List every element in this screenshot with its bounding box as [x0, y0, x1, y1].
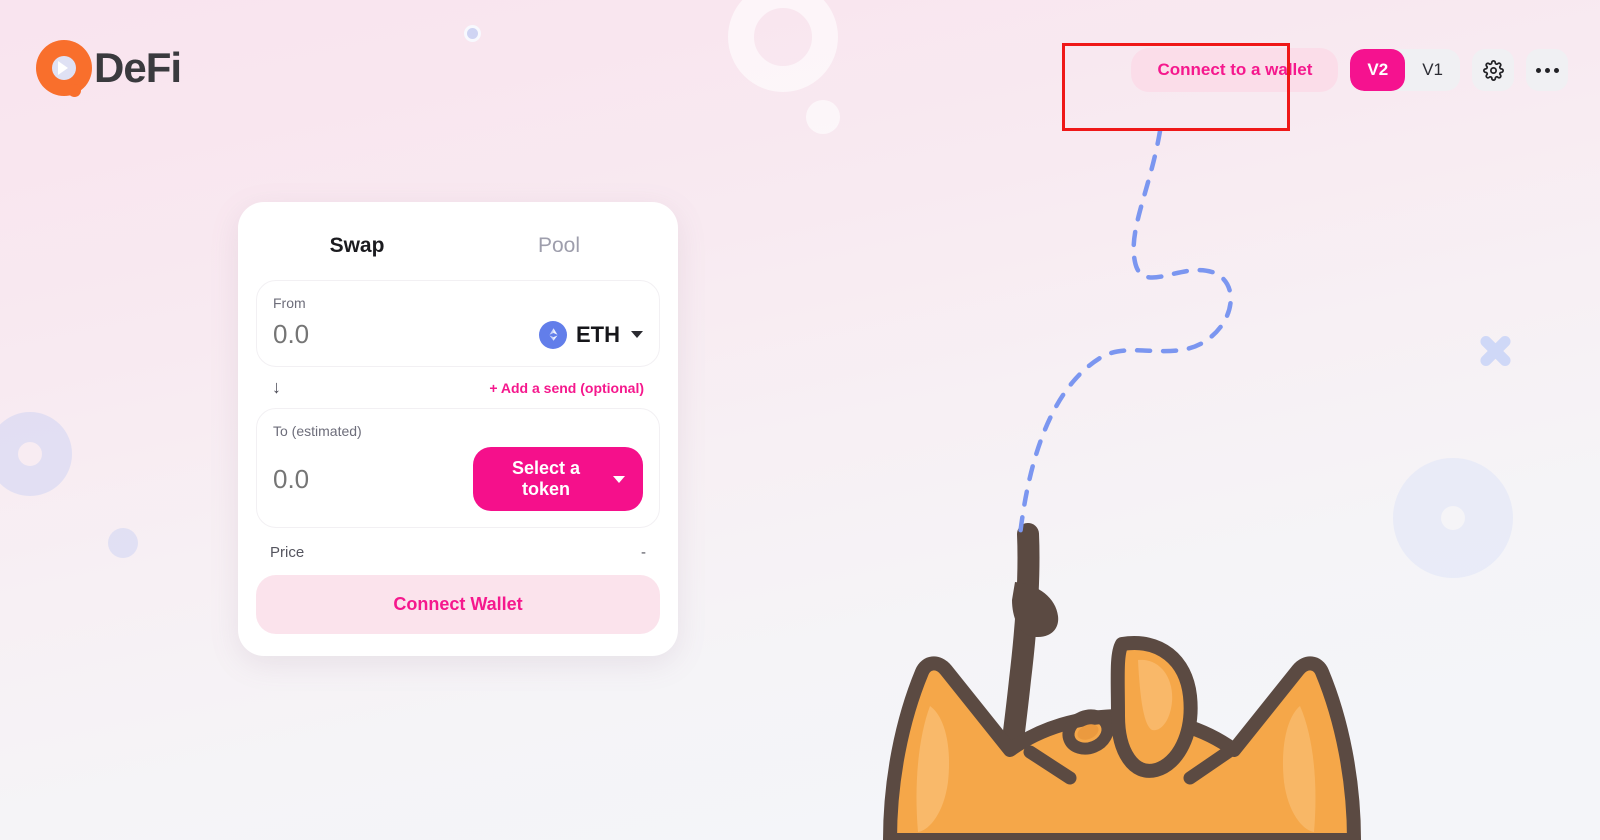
chevron-down-icon [631, 331, 643, 338]
price-label: Price [270, 544, 305, 561]
select-a-token-label: Select a token [511, 458, 581, 499]
to-amount-input[interactable] [273, 463, 473, 495]
defi-circle-chevron-logo-icon [36, 40, 92, 97]
from-label: From [273, 295, 306, 311]
swap-card: Swap Pool From ETH ↓ + A [238, 202, 678, 656]
cat-head [883, 656, 1361, 840]
ethereum-icon [539, 320, 567, 349]
tab-pool[interactable]: Pool [458, 234, 660, 258]
header-actions: Connect to a wallet V2 V1 [1131, 48, 1568, 92]
to-field-container: To (estimated) Select a token [256, 408, 660, 528]
ellipsis-icon [1535, 67, 1559, 73]
price-value: - [641, 544, 646, 561]
decorative-x-icon [1478, 333, 1513, 369]
app-header: DeFi Connect to a wallet V2 V1 [0, 0, 1600, 136]
from-token-name: ETH [576, 321, 620, 347]
connect-wallet-button[interactable]: Connect Wallet [256, 575, 660, 634]
select-a-token-button[interactable]: Select a token [473, 447, 643, 511]
decorative-ring-left [0, 412, 72, 496]
gear-icon [1482, 59, 1504, 81]
from-amount-input[interactable] [273, 319, 473, 350]
version-toggle: V2 V1 [1350, 49, 1460, 91]
fishing-rod [999, 523, 1040, 779]
settings-button[interactable] [1472, 49, 1514, 91]
decorative-ring-right [1393, 458, 1513, 578]
decorative-dot-left [108, 528, 138, 558]
version-v2-button[interactable]: V2 [1350, 49, 1406, 91]
brand-name: DeFi [94, 44, 182, 91]
brand-logo[interactable]: DeFi [36, 40, 182, 97]
connect-to-a-wallet-button[interactable]: Connect to a wallet [1131, 48, 1339, 92]
to-label: To (estimated) [273, 423, 362, 439]
chevron-down-icon [613, 475, 625, 483]
swap-direction-row: ↓ + Add a send (optional) [256, 367, 660, 408]
tab-swap[interactable]: Swap [256, 234, 458, 258]
add-a-send-link[interactable]: + Add a send (optional) [489, 380, 644, 396]
from-field-container: From ETH [256, 280, 660, 367]
more-options-button[interactable] [1526, 49, 1568, 91]
price-row: Price - [256, 528, 660, 575]
version-v1-button[interactable]: V1 [1405, 49, 1460, 91]
cat-cowlick [1110, 636, 1198, 778]
arrow-down-icon[interactable]: ↓ [272, 377, 281, 398]
from-token-selector[interactable]: ETH [539, 320, 643, 349]
card-tabs: Swap Pool [256, 226, 660, 280]
cat-illustration [883, 523, 1361, 840]
